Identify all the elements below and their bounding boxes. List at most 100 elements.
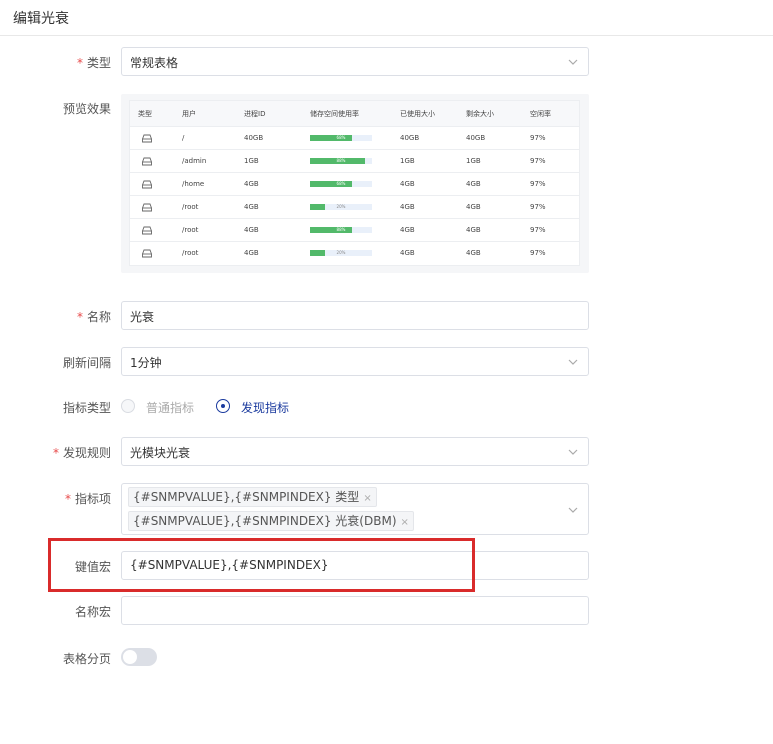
cell-idle: 97% bbox=[530, 180, 546, 188]
preview-table-row: /admin 1GB 88% 1GB 1GB 97% bbox=[130, 150, 579, 173]
name-macro-label: 名称宏 bbox=[74, 605, 111, 619]
disk-icon bbox=[142, 226, 152, 235]
cell-used: 4GB bbox=[400, 180, 415, 188]
toggle-knob bbox=[123, 650, 137, 664]
usage-bar-label: 88% bbox=[336, 227, 346, 232]
disk-icon bbox=[142, 249, 152, 258]
highlight-box bbox=[48, 538, 475, 592]
usage-bar-label: 20% bbox=[336, 204, 346, 209]
discover-rule-value: 光模块光衰 bbox=[130, 446, 191, 460]
radio-discover-metric-label[interactable]: 发现指标 bbox=[241, 399, 289, 416]
preview-table-header: 类型 用户 进程ID 储存空间使用率 已使用大小 剩余大小 空闲率 bbox=[130, 101, 579, 127]
paging-label: 表格分页 bbox=[62, 652, 111, 666]
cell-idle: 97% bbox=[530, 157, 546, 165]
cell-free: 40GB bbox=[466, 134, 486, 142]
cell-user: /home bbox=[182, 180, 205, 188]
cell-pid: 4GB bbox=[244, 226, 259, 234]
preview-panel: 类型 用户 进程ID 储存空间使用率 已使用大小 剩余大小 空闲率 / 40GB 6… bbox=[121, 94, 589, 273]
col-header-idle: 空闲率 bbox=[530, 110, 551, 118]
cell-user: /admin bbox=[182, 157, 207, 165]
chevron-down-icon bbox=[568, 507, 578, 513]
required-mark: * bbox=[76, 310, 83, 324]
cell-used: 4GB bbox=[400, 203, 415, 211]
tag-remove-icon[interactable]: × bbox=[363, 493, 371, 504]
type-label-text: 类型 bbox=[86, 56, 111, 70]
usage-bar-label: 88% bbox=[336, 158, 346, 163]
radio-normal-metric-label[interactable]: 普通指标 bbox=[146, 399, 194, 416]
metric-tag-text: {#SNMPVALUE},{#SNMPINDEX} 光衰(DBM) bbox=[133, 514, 397, 528]
preview-table-row: /root 4GB 20% 4GB 4GB 97% bbox=[130, 242, 579, 265]
metric-tag: {#SNMPVALUE},{#SNMPINDEX} 类型 × bbox=[128, 487, 377, 507]
name-label-text: 名称 bbox=[86, 310, 111, 324]
name-macro-input[interactable] bbox=[121, 596, 589, 625]
cell-free: 4GB bbox=[466, 203, 481, 211]
discover-rule-select[interactable]: 光模块光衰 bbox=[121, 437, 589, 466]
metric-tag-text: {#SNMPVALUE},{#SNMPINDEX} 类型 bbox=[133, 490, 360, 504]
col-header-pid: 进程ID bbox=[244, 110, 266, 118]
tag-remove-icon[interactable]: × bbox=[401, 517, 409, 528]
col-header-type: 类型 bbox=[138, 110, 152, 118]
cell-used: 1GB bbox=[400, 157, 415, 165]
preview-table-row: / 40GB 68% 40GB 40GB 97% bbox=[130, 127, 579, 150]
cell-user: /root bbox=[182, 249, 199, 257]
name-label: * 名称 bbox=[77, 308, 111, 325]
cell-free: 4GB bbox=[466, 249, 481, 257]
usage-bar: 88% bbox=[310, 227, 372, 233]
usage-bar: 88% bbox=[310, 158, 372, 164]
discover-rule-label: * 发现规则 bbox=[53, 444, 111, 461]
refresh-select-value: 1分钟 bbox=[130, 356, 162, 370]
cell-used: 4GB bbox=[400, 226, 415, 234]
preview-table-row: /root 4GB 88% 4GB 4GB 97% bbox=[130, 219, 579, 242]
disk-icon bbox=[142, 180, 152, 189]
disk-icon bbox=[142, 134, 152, 143]
cell-pid: 40GB bbox=[244, 134, 264, 142]
preview-table: 类型 用户 进程ID 储存空间使用率 已使用大小 剩余大小 空闲率 / 40GB 6… bbox=[129, 100, 580, 266]
cell-pid: 4GB bbox=[244, 180, 259, 188]
radio-normal-metric[interactable] bbox=[121, 399, 135, 413]
required-mark: * bbox=[52, 446, 59, 460]
cell-free: 4GB bbox=[466, 180, 481, 188]
cell-free: 4GB bbox=[466, 226, 481, 234]
usage-bar-label: 20% bbox=[336, 250, 346, 255]
col-header-free: 剩余大小 bbox=[466, 110, 494, 118]
usage-bar-label: 68% bbox=[336, 181, 346, 186]
name-input[interactable]: 光衰 bbox=[121, 301, 589, 330]
cell-pid: 4GB bbox=[244, 203, 259, 211]
metric-items-label-text: 指标项 bbox=[74, 492, 111, 506]
cell-free: 1GB bbox=[466, 157, 481, 165]
col-header-used: 已使用大小 bbox=[400, 110, 435, 118]
paging-toggle[interactable] bbox=[121, 648, 157, 666]
dialog-header: 编辑光衰 bbox=[0, 0, 773, 36]
required-mark: * bbox=[76, 56, 83, 70]
cell-idle: 97% bbox=[530, 203, 546, 211]
cell-pid: 4GB bbox=[244, 249, 259, 257]
col-header-user: 用户 bbox=[182, 110, 196, 118]
cell-user: / bbox=[182, 134, 185, 142]
disk-icon bbox=[142, 203, 152, 212]
type-select-value: 常规表格 bbox=[130, 56, 179, 70]
usage-bar-label: 68% bbox=[336, 135, 346, 140]
cell-idle: 97% bbox=[530, 226, 546, 234]
preview-table-row: /home 4GB 68% 4GB 4GB 97% bbox=[130, 173, 579, 196]
name-input-value: 光衰 bbox=[130, 310, 155, 324]
preview-label: 预览效果 bbox=[62, 102, 111, 116]
refresh-label: 刷新间隔 bbox=[62, 356, 111, 370]
col-header-usage: 储存空间使用率 bbox=[310, 110, 359, 118]
refresh-select[interactable]: 1分钟 bbox=[121, 347, 589, 376]
metric-items-select[interactable]: {#SNMPVALUE},{#SNMPINDEX} 类型 × {#SNMPVALU… bbox=[121, 483, 589, 535]
cell-pid: 1GB bbox=[244, 157, 259, 165]
cell-used: 40GB bbox=[400, 134, 420, 142]
metric-tag: {#SNMPVALUE},{#SNMPINDEX} 光衰(DBM) × bbox=[128, 511, 414, 531]
usage-bar: 20% bbox=[310, 204, 372, 210]
required-mark: * bbox=[64, 492, 71, 506]
usage-bar: 20% bbox=[310, 250, 372, 256]
radio-discover-metric[interactable] bbox=[216, 399, 230, 413]
chevron-down-icon bbox=[568, 359, 578, 365]
metric-items-label: * 指标项 bbox=[65, 490, 111, 507]
cell-user: /root bbox=[182, 203, 199, 211]
type-select[interactable]: 常规表格 bbox=[121, 47, 589, 76]
type-label: * 类型 bbox=[77, 54, 111, 71]
preview-table-row: /root 4GB 20% 4GB 4GB 97% bbox=[130, 196, 579, 219]
usage-bar: 68% bbox=[310, 135, 372, 141]
cell-used: 4GB bbox=[400, 249, 415, 257]
